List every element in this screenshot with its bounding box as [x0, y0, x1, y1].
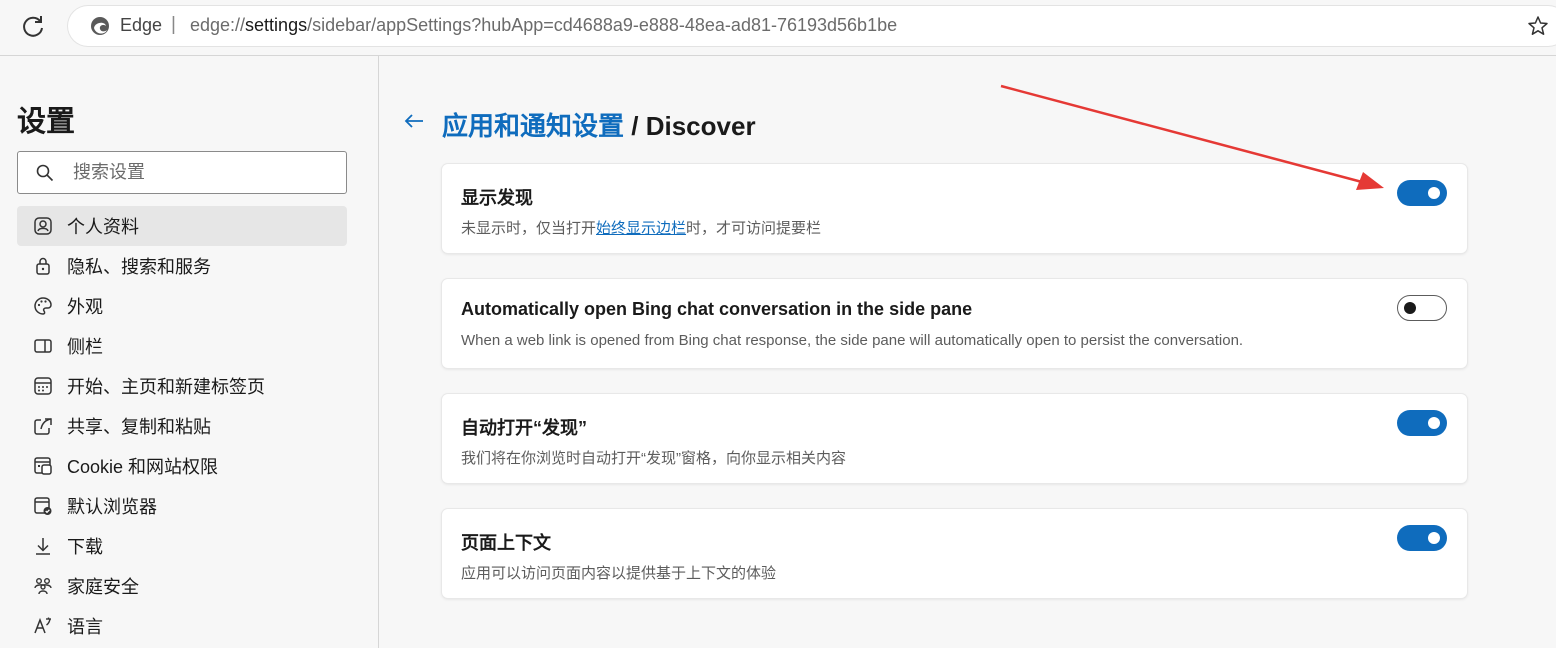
sidebar-item-languages[interactable]: 语言	[17, 606, 347, 646]
url-rest: /sidebar/appSettings?hubApp=cd4688a9-e88…	[307, 15, 898, 35]
language-icon	[34, 617, 51, 634]
settings-nav: 个人资料 隐私、搜索和服务 外观 侧栏 开始、主页和新建标签页 共享、复制和粘贴…	[17, 206, 347, 646]
always-show-sidebar-link[interactable]: 始终显示边栏	[596, 220, 686, 237]
sidebar-item-privacy[interactable]: 隐私、搜索和服务	[17, 246, 347, 286]
profile-icon	[34, 217, 52, 235]
sidebar-item-label: 语言	[67, 617, 103, 637]
setting-card-page-context: 页面上下文 应用可以访问页面内容以提供基于上下文的体验	[442, 509, 1467, 598]
sidebar-icon	[34, 339, 52, 353]
setting-description: 我们将在你浏览时自动打开“发现”窗格，向你显示相关内容	[461, 450, 846, 467]
setting-card-bing-chat-side-pane: Automatically open Bing chat conversatio…	[442, 279, 1467, 368]
edge-logo-icon	[91, 17, 109, 35]
sidebar-item-sidebar[interactable]: 侧栏	[17, 326, 347, 366]
settings-sidebar: 设置 个人资料 隐私、搜索和服务 外观 侧栏 开始、主页和新建标签页	[0, 56, 379, 648]
breadcrumb-separator: /	[631, 111, 639, 141]
sidebar-item-label: 个人资料	[67, 217, 139, 237]
url-text[interactable]: edge://settings/sidebar/appSettings?hubA…	[190, 15, 897, 36]
home-grid-icon	[34, 377, 52, 395]
refresh-icon[interactable]	[20, 13, 46, 39]
toggle-knob	[1428, 187, 1440, 199]
main-content: 应用和通知设置 / Discover 显示发现 未显示时，仅当打开始终显示边栏时…	[380, 56, 1556, 648]
setting-title: 自动打开“发现”	[461, 418, 587, 438]
breadcrumb-parent-link[interactable]: 应用和通知设置	[442, 111, 624, 141]
settings-title: 设置	[17, 106, 76, 138]
cookie-site-icon	[34, 457, 52, 475]
sidebar-item-start-home[interactable]: 开始、主页和新建标签页	[17, 366, 347, 406]
lock-icon	[36, 257, 50, 275]
setting-title: Automatically open Bing chat conversatio…	[461, 299, 973, 319]
share-icon	[34, 418, 52, 435]
breadcrumb-current: Discover	[645, 111, 756, 141]
sidebar-item-label: 开始、主页和新建标签页	[67, 377, 265, 397]
setting-title: 页面上下文	[461, 533, 551, 553]
desc-text-before: 未显示时，仅当打开	[461, 220, 597, 237]
search-box[interactable]	[17, 151, 347, 194]
setting-description: 应用可以访问页面内容以提供基于上下文的体验	[461, 565, 777, 582]
address-bar[interactable]: Edge | edge://settings/sidebar/appSettin…	[68, 6, 1556, 46]
search-input[interactable]	[73, 152, 333, 193]
default-browser-icon	[34, 497, 52, 515]
browser-toolbar: Edge | edge://settings/sidebar/appSettin…	[0, 0, 1556, 56]
palette-icon	[34, 297, 52, 315]
sidebar-item-label: 默认浏览器	[67, 497, 157, 517]
sidebar-item-label: 下载	[67, 537, 103, 557]
page-title: 应用和通知设置 / Discover	[442, 106, 756, 143]
show-discover-toggle[interactable]	[1397, 180, 1447, 206]
toggle-knob	[1428, 532, 1440, 544]
setting-title: 显示发现	[461, 188, 533, 208]
sidebar-item-default-browser[interactable]: 默认浏览器	[17, 486, 347, 526]
url-host: settings	[245, 15, 308, 35]
sidebar-item-share-copy-paste[interactable]: 共享、复制和粘贴	[17, 406, 347, 446]
sidebar-item-family-safety[interactable]: 家庭安全	[17, 566, 347, 606]
url-prefix: edge://	[190, 15, 246, 35]
search-icon	[36, 164, 54, 182]
family-icon	[34, 578, 52, 595]
sidebar-item-label: 家庭安全	[67, 577, 139, 597]
sidebar-item-profile[interactable]: 个人资料	[17, 206, 347, 246]
back-arrow-icon[interactable]	[402, 109, 426, 133]
sidebar-item-label: 侧栏	[67, 337, 103, 357]
sidebar-item-label: 共享、复制和粘贴	[67, 417, 211, 437]
address-separator: |	[171, 14, 176, 35]
setting-description: 未显示时，仅当打开始终显示边栏时，才可访问提要栏	[461, 217, 821, 238]
desc-text-after: 时，才可访问提要栏	[686, 220, 822, 237]
sidebar-item-appearance[interactable]: 外观	[17, 286, 347, 326]
sidebar-item-label: Cookie 和网站权限	[67, 457, 219, 477]
sidebar-item-downloads[interactable]: 下载	[17, 526, 347, 566]
sidebar-item-label: 隐私、搜索和服务	[67, 257, 211, 277]
setting-card-auto-open-discover: 自动打开“发现” 我们将在你浏览时自动打开“发现”窗格，向你显示相关内容	[442, 394, 1467, 483]
toggle-knob	[1428, 417, 1440, 429]
toggle-knob	[1404, 302, 1416, 314]
sidebar-item-cookies-permissions[interactable]: Cookie 和网站权限	[17, 446, 347, 486]
setting-description: When a web link is opened from Bing chat…	[461, 332, 1244, 349]
setting-card-show-discover: 显示发现 未显示时，仅当打开始终显示边栏时，才可访问提要栏	[442, 164, 1467, 253]
sidebar-item-label: 外观	[67, 297, 103, 317]
auto-open-discover-toggle[interactable]	[1397, 410, 1447, 436]
bing-chat-side-pane-toggle[interactable]	[1397, 295, 1447, 321]
page-context-toggle[interactable]	[1397, 525, 1447, 551]
favorite-star-icon[interactable]	[1526, 14, 1550, 38]
edge-label: Edge	[120, 15, 163, 35]
download-icon	[36, 538, 50, 555]
